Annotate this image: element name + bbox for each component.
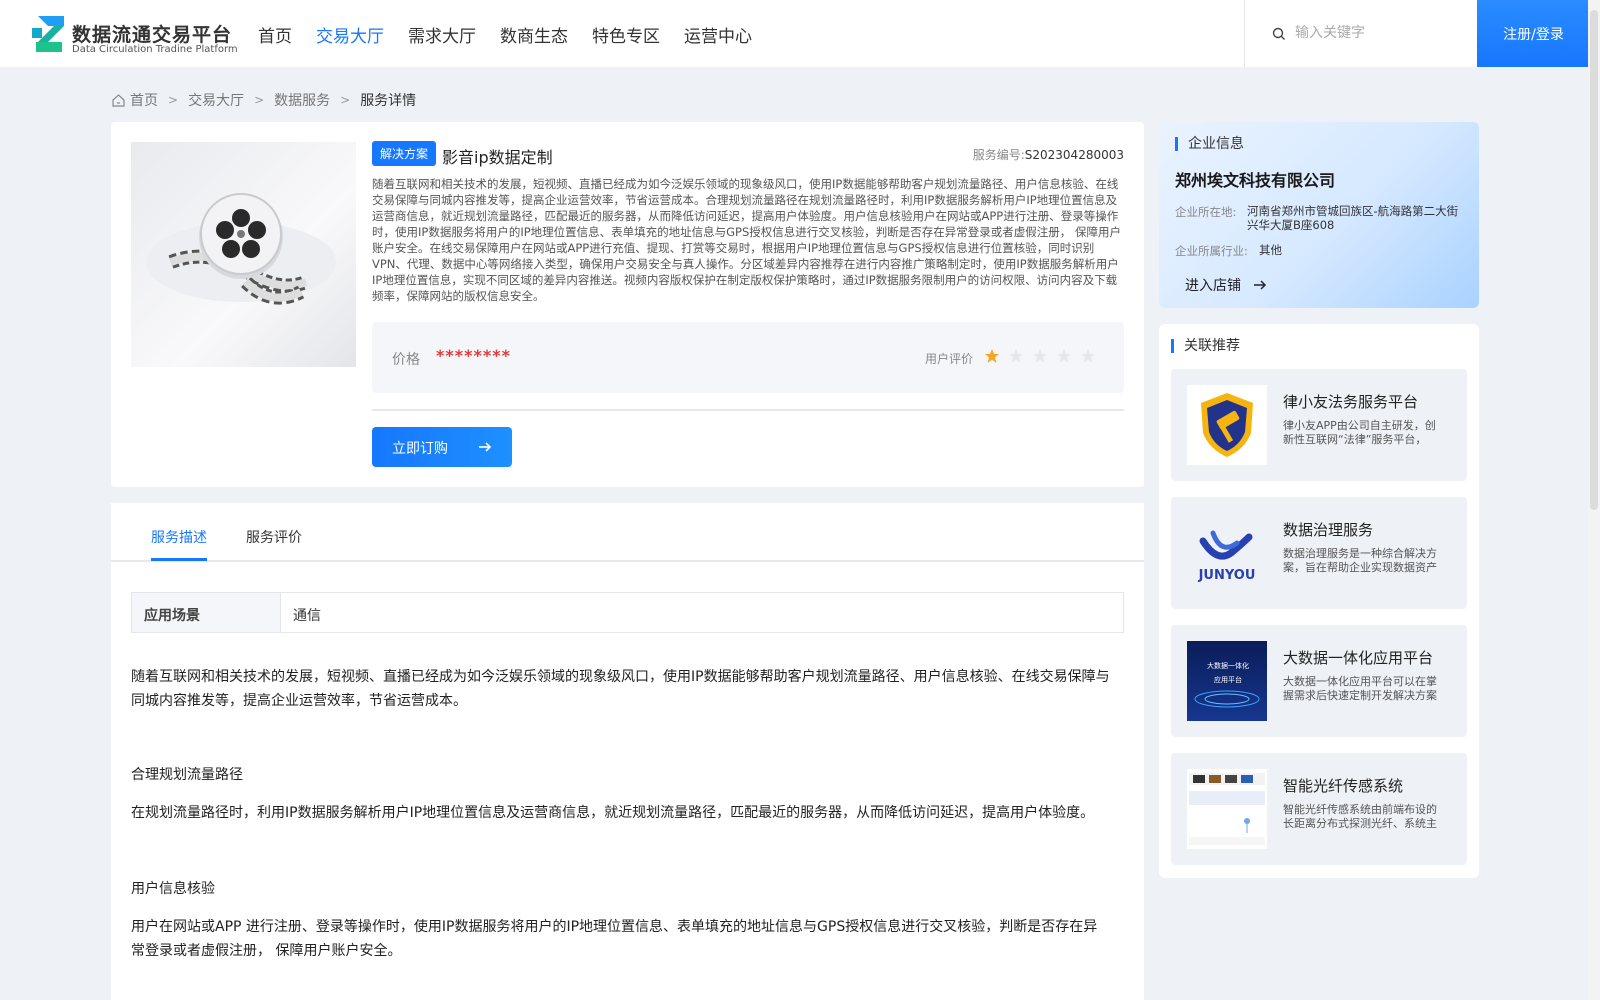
product-description: 随着互联网和相关技术的发展，短视频、直播已经成为如今泛娱乐领域的现象级风口，使用… — [372, 177, 1121, 302]
industry-value: 其他 — [1259, 243, 1282, 257]
recommend-item[interactable]: 智能光纤传感系统 智能光纤传感系统由前端布设的长距离分布式探测光纤、系统主机 — [1171, 753, 1467, 865]
chevron-right-icon: > — [254, 93, 265, 107]
search-box — [1244, 0, 1477, 67]
recommend-description: 大数据一体化应用平台可以在掌握需求后快速定制开发解决方案 — [1283, 675, 1437, 702]
bigdata-banner-text: 大数据一体化 应用平台 — [1207, 662, 1249, 684]
nav-operation-center[interactable]: 运营中心 — [684, 22, 752, 47]
nav-demand-hall[interactable]: 需求大厅 — [408, 22, 476, 47]
breadcrumb: 首页 > 交易大厅 > 数据服务 > 服务详情 — [111, 90, 416, 110]
search-input[interactable] — [1295, 20, 1465, 46]
gavel-shield-icon — [1187, 385, 1267, 465]
breadcrumb-current: 服务详情 — [360, 93, 417, 109]
recommend-item[interactable]: 律小友法务服务平台 律小友APP由公司自主研发，创新性互联网“法律”服务平台， — [1171, 369, 1467, 481]
price-value: ******** — [436, 346, 511, 365]
recommend-item[interactable]: 大数据一体化 应用平台 大数据一体化应用平台 大数据一体化应用平台可以在掌握需求… — [1171, 625, 1467, 737]
chevron-right-icon: > — [168, 93, 179, 107]
nav-home[interactable]: 首页 — [258, 22, 292, 47]
enter-shop-link[interactable]: 进入店铺 — [1185, 275, 1267, 295]
solution-tag: 解决方案 — [372, 141, 437, 166]
star-filled-icon — [985, 349, 999, 363]
price-label: 价格 — [392, 352, 420, 368]
fiber-dashboard — [1187, 769, 1267, 849]
arrow-right-icon — [1254, 280, 1267, 290]
recommend-title: 律小友法务服务平台 — [1283, 393, 1419, 411]
related-recommendations: 关联推荐 律小友法务服务平台 律小友APP由公司自主研发，创新性互联网“法律”服… — [1159, 324, 1479, 878]
content-paragraph: 在规划流量路径时，利用IP数据服务解析用户IP地理位置信息及运营商信息，就近规划… — [131, 805, 1095, 821]
price-box: 价格 ******** 用户评价 — [372, 322, 1124, 393]
active-tab-indicator — [151, 558, 207, 561]
content-heading: 合理规划流量路径 — [131, 767, 243, 783]
recommend-title: 数据治理服务 — [1283, 521, 1374, 539]
nav-featured-zone[interactable]: 特色专区 — [592, 22, 660, 47]
recommend-title: 智能光纤传感系统 — [1283, 777, 1404, 795]
product-title: 影音ip数据定制 — [442, 148, 553, 167]
star-empty-icon — [1009, 349, 1023, 363]
service-number-value: S202304280003 — [1024, 148, 1124, 162]
recommend-description: 数据治理服务是一种综合解决方案，旨在帮助企业实现数据资产价值 — [1283, 547, 1437, 574]
arrow-right-icon — [479, 442, 492, 452]
order-now-label: 立即订购 — [392, 441, 448, 457]
service-number-label: 服务编号: — [972, 148, 1025, 162]
content-paragraph: 用户在网站或APP 进行注册、登录等操作时，使用IP数据服务将用户的IP地理位置… — [131, 919, 1098, 959]
company-section-title: 企业信息 — [1175, 137, 1244, 151]
company-location-row: 企业所在地: 河南省郑州市管城回族区-航海路第二大街兴华大厦B座608 — [1175, 204, 1462, 232]
company-name: 郑州埃文科技有限公司 — [1175, 171, 1336, 190]
service-number: 服务编号:S202304280003 — [973, 146, 1124, 163]
recommend-description: 律小友APP由公司自主研发，创新性互联网“法律”服务平台， — [1283, 419, 1436, 446]
details-card: 服务描述 服务评价 应用场景 通信 随着互联网和相关技术的发展，短视频、直播已经… — [111, 503, 1144, 1000]
location-label: 企业所在地: — [1175, 205, 1237, 219]
content-heading: 用户信息核验 — [131, 881, 215, 897]
main-nav: 首页 交易大厅 需求大厅 数商生态 特色专区 运营中心 — [258, 22, 776, 47]
scrollbar-thumb[interactable] — [1590, 10, 1598, 510]
scene-value: 通信 — [293, 608, 321, 624]
star-empty-icon — [1081, 349, 1095, 363]
top-header: 数据流通交易平台 Data Circulation Tradine Platfo… — [0, 0, 1590, 67]
rating-stars — [984, 348, 1104, 364]
logo-title: 数据流通交易平台 — [72, 24, 233, 46]
company-info-card: 企业信息 郑州埃文科技有限公司 企业所在地: 河南省郑州市管城回族区-航海路第二… — [1159, 122, 1479, 308]
enter-shop-label: 进入店铺 — [1185, 278, 1241, 294]
page-scrollbar[interactable] — [1588, 0, 1600, 1000]
company-industry-row: 企业所属行业: 其他 — [1175, 243, 1474, 259]
logo-subtitle: Data Circulation Tradine Platform — [72, 44, 238, 55]
junyou-logo-text: JUNYOU — [1198, 568, 1256, 583]
chevron-right-icon: > — [340, 93, 351, 107]
product-card: 解决方案 影音ip数据定制 服务编号:S202304280003 随着互联网和相… — [111, 122, 1144, 487]
breadcrumb-home[interactable]: 首页 — [130, 90, 158, 110]
register-login-button[interactable]: 注册/登录 — [1477, 0, 1590, 67]
rating-label: 用户评价 — [925, 352, 974, 366]
star-empty-icon — [1033, 349, 1047, 363]
divider — [372, 409, 1124, 411]
product-image — [131, 142, 356, 367]
recommend-description: 智能光纤传感系统由前端布设的长距离分布式探测光纤、系统主机 — [1283, 803, 1437, 830]
tab-service-description[interactable]: 服务描述 — [151, 527, 207, 547]
tab-service-reviews[interactable]: 服务评价 — [246, 527, 302, 547]
star-empty-icon — [1057, 349, 1071, 363]
breadcrumb-data-service[interactable]: 数据服务 — [274, 90, 330, 110]
industry-label: 企业所属行业: — [1175, 244, 1248, 258]
breadcrumb-trading-hall[interactable]: 交易大厅 — [188, 90, 244, 110]
search-icon[interactable] — [1272, 27, 1286, 41]
nav-merchant-ecosystem[interactable]: 数商生态 — [500, 22, 568, 47]
scene-table: 应用场景 通信 — [131, 592, 1124, 633]
bigdata-banner: 大数据一体化 应用平台 — [1187, 641, 1267, 721]
nav-trading-hall[interactable]: 交易大厅 — [316, 22, 384, 47]
detail-tabs: 服务描述 服务评价 — [111, 503, 1144, 562]
recommend-title: 大数据一体化应用平台 — [1283, 649, 1434, 667]
home-icon — [112, 93, 125, 107]
order-now-button[interactable]: 立即订购 — [372, 427, 512, 467]
scene-key: 应用场景 — [132, 593, 281, 632]
recommend-item[interactable]: JUNYOU 数据治理服务 数据治理服务是一种综合解决方案，旨在帮助企业实现数据… — [1171, 497, 1467, 609]
platform-logo-icon[interactable] — [30, 14, 70, 54]
recommend-section-title: 关联推荐 — [1171, 339, 1240, 353]
location-value: 河南省郑州市管城回族区-航海路第二大街兴华大厦B座608 — [1247, 204, 1459, 232]
film-reel-icon — [146, 193, 336, 305]
junyou-logo: JUNYOU — [1187, 513, 1267, 593]
content-paragraph: 随着互联网和相关技术的发展，短视频、直播已经成为如今泛娱乐领域的现象级风口，使用… — [131, 669, 1110, 709]
